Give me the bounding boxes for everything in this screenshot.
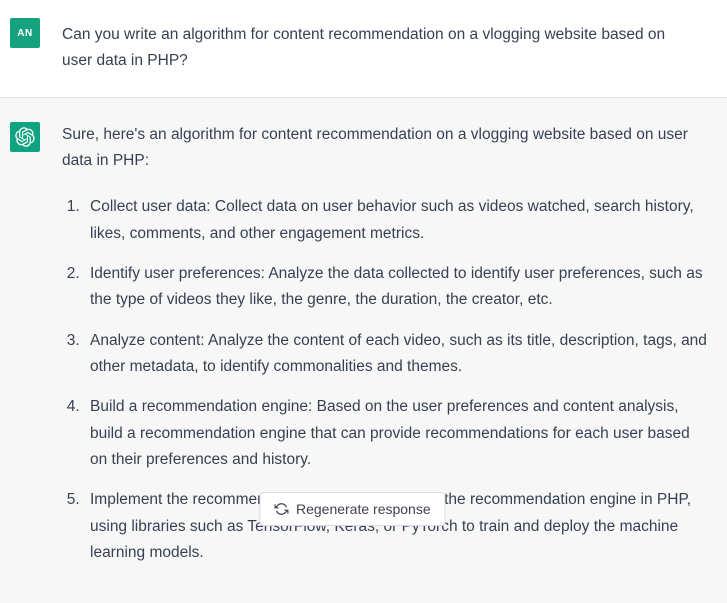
assistant-intro-text: Sure, here's an algorithm for content re… [62,122,711,175]
list-item: Collect user data: Collect data on user … [84,194,711,247]
list-item: Analyze content: Analyze the content of … [84,328,711,381]
regenerate-label: Regenerate response [296,501,431,517]
user-avatar: AN [10,18,40,48]
user-avatar-text: AN [17,28,32,39]
assistant-message: Sure, here's an algorithm for content re… [0,97,727,603]
regenerate-button[interactable]: Regenerate response [259,492,446,526]
list-item: Identify user preferences: Analyze the d… [84,261,711,314]
assistant-avatar [10,122,40,152]
user-message-content: Can you write an algorithm for content r… [62,18,697,75]
user-message: AN Can you write an algorithm for conten… [0,0,727,97]
refresh-icon [274,502,288,516]
openai-logo-icon [15,127,35,147]
list-item: Build a recommendation engine: Based on … [84,394,711,473]
